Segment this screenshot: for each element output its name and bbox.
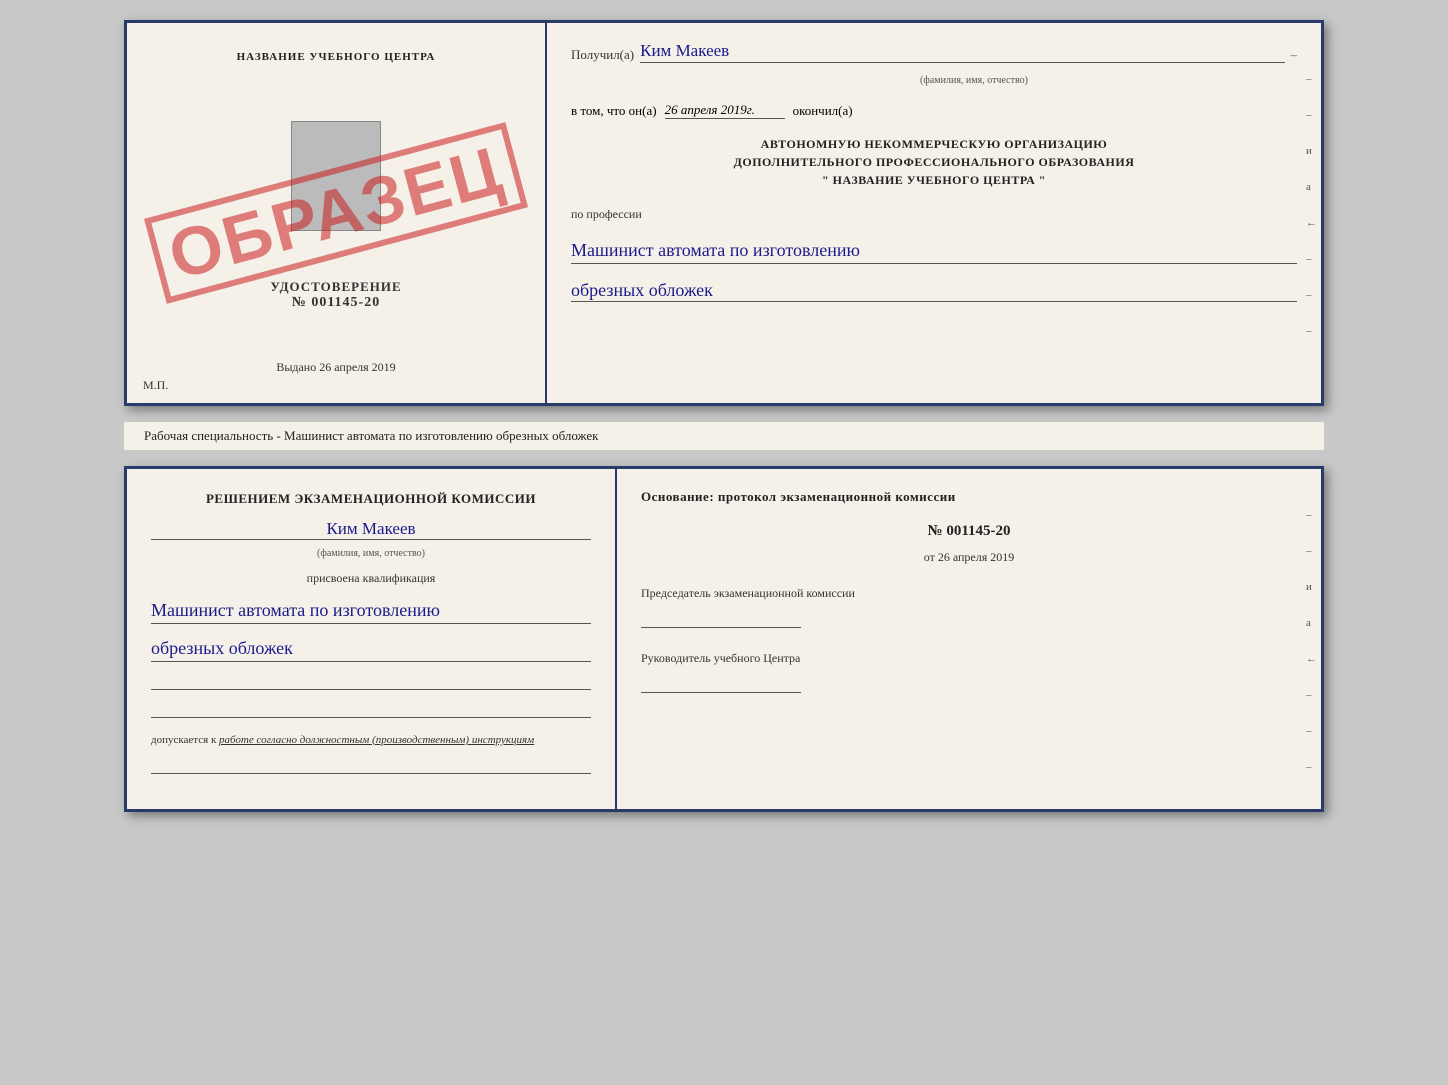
predsedatel-label: Председатель экзаменационной комиссии [641,585,1297,602]
certificate-right: Получил(а) Ким Макеев – (фамилия, имя, о… [547,23,1321,403]
certificate-left: НАЗВАНИЕ УЧЕБНОГО ЦЕНТРА УДОСТОВЕРЕНИЕ №… [127,23,547,403]
document-container: НАЗВАНИЕ УЧЕБНОГО ЦЕНТРА УДОСТОВЕРЕНИЕ №… [124,20,1324,812]
po-professii-label: по профессии [571,207,1297,222]
vydano-date: 26 апреля 2019 [319,360,395,374]
side-dashes-bottom: – – и а ← – – – [1306,509,1317,773]
bdash-4: а [1306,617,1317,629]
bdash-5: ← [1306,653,1317,665]
vydano-label: Выдано [276,360,316,374]
rukovoditel-block: Руководитель учебного Центра [641,650,1297,693]
blank-line-2 [151,702,591,718]
qualification-line1: Машинист автомата по изготовлению [151,598,591,624]
photo-placeholder [291,121,381,231]
rukovoditel-sign-line [641,673,801,693]
ot-date: от 26 апреля 2019 [641,550,1297,565]
bottom-left: Решением экзаменационной комиссии Ким Ма… [127,469,617,809]
name-cursive-bottom: Ким Макеев [151,519,591,540]
dash-8: – [1306,325,1317,337]
bdash-6: – [1306,689,1317,701]
bdash-3: и [1306,581,1317,593]
poluchil-label: Получил(а) [571,47,634,63]
dash-3: и [1306,145,1317,157]
side-dashes-top: – – и а ← – – – [1306,73,1317,337]
poluchil-row: Получил(а) Ким Макеев – [571,41,1297,63]
okonchil-label: окончил(а) [793,103,853,119]
dopuskaetsya-prefix: допускается к [151,734,216,746]
dopuskaetsya-text: допускается к работе согласно должностны… [151,734,591,746]
middle-label: Рабочая специальность - Машинист автомат… [124,422,1324,450]
dash-4: а [1306,181,1317,193]
rukovoditel-label: Руководитель учебного Центра [641,650,1297,667]
bdash-1: – [1306,509,1317,521]
udostoverenie-number: № 001145-20 [270,295,401,311]
blank-line-1 [151,674,591,690]
predsedatel-block: Председатель экзаменационной комиссии [641,585,1297,628]
prisvoena-text: присвоена квалификация [151,571,591,586]
vtom-date: 26 апреля 2019г. [665,102,785,119]
vtom-row: в том, что он(а) 26 апреля 2019г. окончи… [571,102,1297,119]
vtom-label: в том, что он(а) [571,103,657,119]
poluchil-name: Ким Макеев [640,41,1284,63]
dash-1: – [1306,73,1317,85]
predsedatel-sign-line [641,608,801,628]
ot-date-value: 26 апреля 2019 [938,550,1014,564]
dash-5: ← [1306,217,1317,229]
vydano-line: Выдано 26 апреля 2019 [276,360,395,383]
org-line1: АВТОНОМНУЮ НЕКОММЕРЧЕСКУЮ ОРГАНИЗАЦИЮ [571,135,1297,153]
bdash-2: – [1306,545,1317,557]
qualification-line2: обрезных обложек [151,636,591,662]
udostoverenie-label: УДОСТОВЕРЕНИЕ [270,279,401,295]
decision-text: Решением экзаменационной комиссии [151,489,591,509]
dash-2: – [1306,109,1317,121]
dash-6: – [1306,253,1317,265]
fio-sub-bottom: (фамилия, имя, отчество) [151,548,591,559]
dash-7: – [1306,289,1317,301]
blank-line-3 [151,758,591,774]
osnovanie-text: Основание: протокол экзаменационной коми… [641,489,1297,505]
org-name: " НАЗВАНИЕ УЧЕБНОГО ЦЕНТРА " [571,171,1297,189]
mp-label: М.П. [143,378,168,393]
bdash-7: – [1306,725,1317,737]
bottom-right: Основание: протокол экзаменационной коми… [617,469,1321,809]
fio-subtitle-top: (фамилия, имя, отчество) [651,75,1297,86]
profession-line2: обрезных обложек [571,280,1297,302]
profession-line1: Машинист автомата по изготовлению [571,238,1297,264]
org-block: АВТОНОМНУЮ НЕКОММЕРЧЕСКУЮ ОРГАНИЗАЦИЮ ДО… [571,135,1297,189]
dash-right: – [1291,47,1298,63]
dopuskaetsya-italic: работе согласно должностным (производств… [219,734,534,746]
org-line2: ДОПОЛНИТЕЛЬНОГО ПРОФЕССИОНАЛЬНОГО ОБРАЗО… [571,153,1297,171]
bdash-8: – [1306,761,1317,773]
ot-label: от [924,550,935,564]
bottom-document: Решением экзаменационной комиссии Ким Ма… [124,466,1324,812]
top-document: НАЗВАНИЕ УЧЕБНОГО ЦЕНТРА УДОСТОВЕРЕНИЕ №… [124,20,1324,406]
protocol-num: № 001145-20 [641,523,1297,540]
udostoverenie-box: УДОСТОВЕРЕНИЕ № 001145-20 [270,279,401,311]
school-title-left: НАЗВАНИЕ УЧЕБНОГО ЦЕНТРА [237,51,436,63]
